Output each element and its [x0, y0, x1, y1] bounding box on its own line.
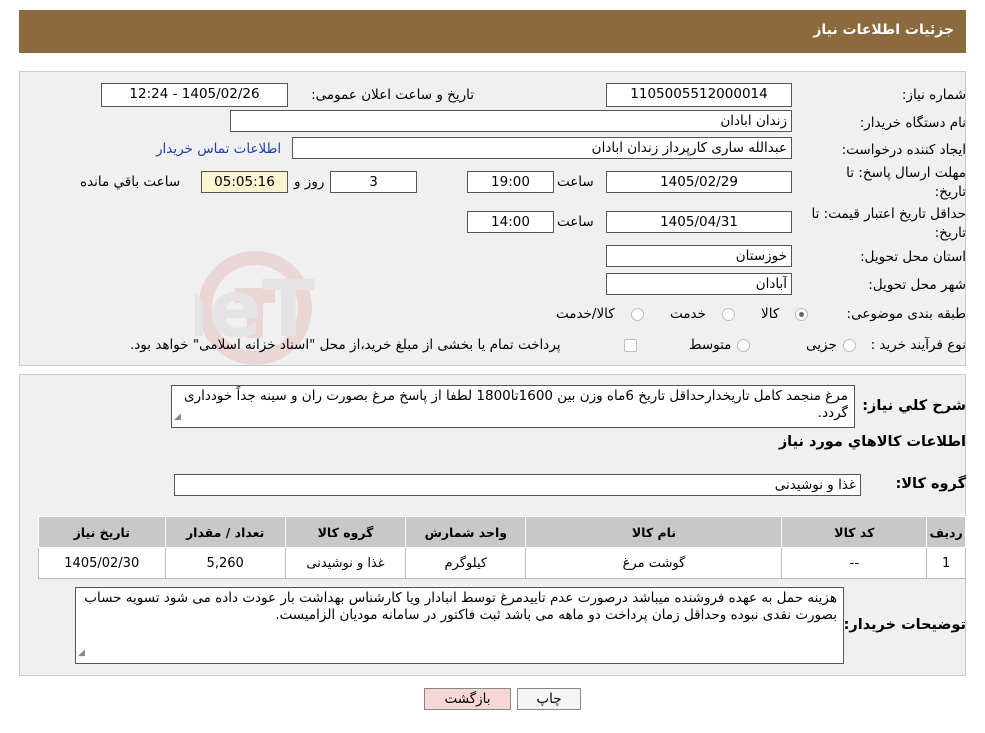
col-date: تاریخ نیاز	[38, 516, 166, 548]
goods-group-label: گروه کالا:	[895, 476, 966, 492]
buyer-notes-textarea[interactable]: هزینه حمل به عهده فروشنده میباشد درصورت …	[75, 587, 844, 664]
deadline-label-line1: مهلت ارسال پاسخ: تا	[846, 165, 966, 181]
process-note: پرداخت تمام یا بخشی از مبلغ خرید،از محل …	[130, 337, 561, 353]
col-qty: تعداد / مقدار	[164, 516, 286, 548]
validity-time-field: 14:00	[467, 211, 554, 233]
process-label: نوع فرآیند خرید :	[870, 337, 966, 353]
goods-info-title: اطلاعات کالاهاي مورد نياز	[778, 434, 966, 450]
process-option-medium: متوسط	[689, 337, 732, 353]
goods-table-header: ردیف کد کالا نام کالا واحد شمارش گروه کا…	[38, 516, 966, 548]
announce-label: تاریخ و ساعت اعلان عمومی:	[311, 87, 474, 103]
process-option-minor: جزیی	[806, 337, 837, 353]
process-radio-medium[interactable]	[737, 339, 750, 352]
goods-group-field: غذا و نوشیدنی	[174, 474, 861, 496]
cell-row: 1	[926, 547, 966, 579]
col-row: ردیف	[926, 516, 966, 548]
category-label: طبقه بندی موضوعی:	[846, 306, 966, 322]
print-button[interactable]: چاپ	[517, 688, 581, 710]
cell-group: غذا و نوشیدنی	[284, 547, 407, 579]
col-group: گروه کالا	[284, 516, 407, 548]
validity-label-line1: حداقل تاریخ اعتبار قیمت: تا	[811, 206, 966, 222]
validity-label-line2: تاریخ:	[934, 225, 966, 241]
need-number-label: شماره نیاز:	[901, 87, 966, 103]
validity-time-label: ساعت	[557, 214, 594, 230]
category-option-goods: کالا	[761, 306, 780, 322]
table-row: 1 -- گوشت مرغ کیلوگرم غذا و نوشیدنی 5,26…	[38, 547, 966, 579]
deadline-time-field: 19:00	[467, 171, 554, 193]
resize-grip-icon: ◢	[78, 648, 85, 658]
buyer-notes-label: توضیحات خریدار:	[843, 617, 966, 633]
deadline-time-label: ساعت	[557, 174, 594, 190]
goods-table: ردیف کد کالا نام کالا واحد شمارش گروه کا…	[38, 516, 966, 579]
col-unit: واحد شمارش	[405, 516, 527, 548]
remaining-time-field: 05:05:16	[201, 171, 288, 193]
cell-date: 1405/02/30	[38, 547, 166, 579]
days-label: روز و	[294, 174, 325, 190]
col-code: کد کالا	[781, 516, 928, 548]
remaining-time-label: ساعت باقي مانده	[80, 174, 181, 190]
col-name: نام کالا	[525, 516, 783, 548]
province-label: استان محل تحویل:	[860, 249, 966, 265]
page-title: جزئیات اطلاعات نیاز	[813, 22, 954, 38]
cell-name: گوشت مرغ	[525, 547, 783, 579]
category-option-service: خدمت	[670, 306, 706, 322]
days-remaining-field: 3	[330, 171, 417, 193]
buyer-org-label: نام دستگاه خریدار:	[859, 115, 966, 131]
cell-code: --	[781, 547, 928, 579]
announce-field: 1405/02/26 - 12:24	[101, 83, 288, 107]
description-label: شرح کلي نياز:	[862, 398, 966, 414]
need-number-field: 1105005512000014	[606, 83, 792, 107]
buyer-org-field: زندان ابادان	[230, 110, 792, 132]
validity-date-field: 1405/04/31	[606, 211, 792, 233]
back-button[interactable]: بازگشت	[424, 688, 511, 710]
buyer-contact-link[interactable]: اطلاعات تماس خریدار	[156, 141, 281, 157]
process-treasury-checkbox[interactable]	[624, 339, 637, 352]
deadline-date-field: 1405/02/29	[606, 171, 792, 193]
cell-qty: 5,260	[164, 547, 286, 579]
buyer-notes-text: هزینه حمل به عهده فروشنده میباشد درصورت …	[84, 590, 837, 623]
category-option-goods-service: کالا/خدمت	[556, 306, 615, 322]
province-field: خوزستان	[606, 245, 792, 267]
deadline-label-line2: تاریخ:	[934, 184, 966, 200]
category-radio-goods[interactable]	[795, 308, 808, 321]
page-header: جزئیات اطلاعات نیاز	[19, 10, 966, 53]
process-radio-minor[interactable]	[843, 339, 856, 352]
city-label: شهر محل تحویل:	[868, 277, 966, 293]
description-textarea[interactable]: مرغ منجمد کامل تاریخدارحداقل تاریخ 6ماه …	[171, 385, 855, 428]
cell-unit: کیلوگرم	[405, 547, 527, 579]
description-text: مرغ منجمد کامل تاریخدارحداقل تاریخ 6ماه …	[184, 388, 848, 421]
requester-field: عبدالله ساری کارپرداز زندان ابادان	[292, 137, 792, 159]
category-radio-service[interactable]	[722, 308, 735, 321]
city-field: آبادان	[606, 273, 792, 295]
resize-grip-icon: ◢	[174, 412, 181, 422]
category-radio-goods-service[interactable]	[631, 308, 644, 321]
requester-label: ایجاد کننده درخواست:	[841, 142, 966, 158]
